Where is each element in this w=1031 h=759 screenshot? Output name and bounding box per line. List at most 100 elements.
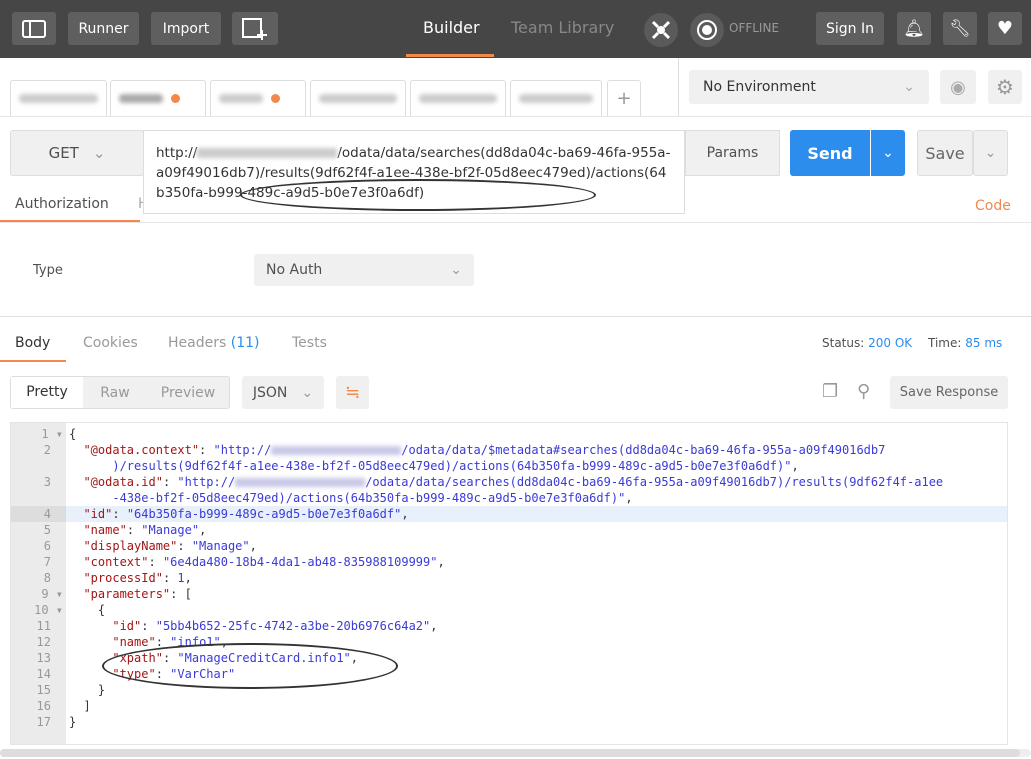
code-line: 4 "id": "64b350fa-b999-489c-a9d5-b0e7e3f… [11, 506, 1007, 522]
params-button[interactable]: Params [685, 130, 780, 176]
code-text: { [69, 427, 77, 441]
code-line: -438e-bf2f-05d8eec479ed)/actions(64b350f… [11, 490, 1007, 506]
divider [0, 316, 1031, 317]
import-button[interactable]: Import [151, 12, 221, 45]
line-number: 3 [43, 475, 51, 489]
chevron-down-icon: ⌄ [882, 145, 894, 161]
tab-cookies[interactable]: Cookies [83, 335, 138, 351]
request-tab[interactable] [210, 80, 306, 116]
redacted-host [197, 148, 338, 158]
status-value: 200 OK [868, 336, 913, 350]
request-tab[interactable] [410, 80, 506, 116]
code-text: "name": "Manage", [83, 523, 207, 537]
request-tab[interactable] [310, 80, 406, 116]
auth-type-value: No Auth [266, 262, 323, 278]
code-line: 8 "processId": 1, [11, 570, 1007, 586]
auth-type-label: Type [33, 263, 63, 278]
save-options-button[interactable]: ⌄ [973, 130, 1008, 176]
offline-status: OFFLINE [729, 21, 780, 35]
line-number: 14 [36, 667, 51, 681]
line-number: 11 [36, 619, 51, 633]
format-toggle: Pretty Raw Preview [10, 376, 230, 409]
add-tab-button[interactable]: + [607, 80, 641, 116]
tab-builder[interactable]: Builder [423, 18, 480, 37]
environment-select[interactable]: No Environment ⌄ [689, 70, 929, 104]
tab-tests[interactable]: Tests [292, 335, 327, 351]
tab-body[interactable]: Body [15, 335, 50, 351]
code-text: { [69, 603, 106, 617]
url-scheme: http:// [156, 145, 198, 161]
redacted-host [271, 446, 402, 455]
sidebar-icon [22, 19, 46, 38]
eye-icon: ◉ [950, 76, 966, 98]
code-text: ] [69, 699, 91, 713]
line-number: 8 [43, 571, 51, 585]
manage-environments-button[interactable]: ⚙ [988, 70, 1022, 104]
top-bar: Runner Import Builder Team Library OFFLI… [0, 0, 1031, 58]
new-tab-button[interactable] [232, 12, 278, 45]
wrap-icon: ≒ [344, 382, 361, 403]
code-line: 9 ▾ "parameters": [ [11, 586, 1007, 602]
environment-quick-look-button[interactable]: ◉ [940, 70, 976, 104]
language-value: JSON [252, 384, 288, 401]
support-button[interactable]: ♥ [988, 12, 1022, 45]
interceptor-button[interactable] [644, 13, 678, 47]
settings-button[interactable]: 🔧︎ [943, 12, 977, 45]
send-button[interactable]: Send [790, 130, 870, 176]
chevron-down-icon: ⌄ [450, 262, 462, 278]
tab-headers[interactable]: Headers (11) [168, 335, 259, 351]
method-select[interactable]: GET ⌄ [10, 130, 144, 176]
sidebar-toggle-button[interactable] [12, 12, 56, 45]
format-preview[interactable]: Preview [147, 385, 229, 401]
code-line: 7 "context": "6e4da480-18b4-4da1-ab48-83… [11, 554, 1007, 570]
line-number: 4 [11, 506, 66, 522]
time-label: Time: [928, 336, 962, 350]
notifications-button[interactable]: 🔔︎ [897, 12, 931, 45]
send-options-button[interactable]: ⌄ [871, 130, 905, 176]
format-pretty[interactable]: Pretty [11, 377, 83, 408]
save-button[interactable]: Save [917, 130, 973, 176]
line-number: 5 [43, 523, 51, 537]
code-text: "parameters": [ [83, 587, 192, 601]
code-line: 11 "id": "5bb4b652-25fc-4742-a3be-20b697… [11, 618, 1007, 634]
sync-status-button[interactable] [690, 13, 724, 47]
code-text: )/results(9df62f4f-a1ee-438e-bf2f-05d8ee… [112, 459, 799, 473]
format-raw[interactable]: Raw [83, 385, 147, 401]
code-link[interactable]: Code [975, 198, 1011, 214]
response-body-editor[interactable]: 1 ▾ {2 "@odata.context": "http:///odata/d… [10, 422, 1008, 745]
wrap-lines-button[interactable]: ≒ [336, 376, 369, 409]
runner-button[interactable]: Runner [68, 12, 139, 45]
code-line: 6 "displayName": "Manage", [11, 538, 1007, 554]
divider [678, 58, 679, 116]
scrollbar-thumb[interactable] [0, 749, 1020, 757]
request-tab[interactable] [110, 80, 206, 116]
line-number: 7 [43, 555, 51, 569]
code-text: "@odata.context": "http:///odata/data/$m… [83, 443, 886, 457]
code-line: )/results(9df62f4f-a1ee-438e-bf2f-05d8ee… [11, 458, 1007, 474]
time-value: 85 ms [965, 336, 1003, 350]
response-status: Status: 200 OK [822, 336, 912, 350]
bell-icon: 🔔︎ [903, 18, 925, 39]
request-tab[interactable] [10, 80, 107, 116]
request-tab[interactable] [510, 80, 602, 116]
response-time: Time: 85 ms [928, 336, 1002, 350]
code-text: "processId": 1, [83, 571, 192, 585]
chevron-down-icon: ⌄ [301, 384, 314, 401]
copy-button[interactable]: ❐ [822, 381, 838, 402]
auth-type-select[interactable]: No Auth ⌄ [254, 254, 474, 286]
code-line: 5 "name": "Manage", [11, 522, 1007, 538]
horizontal-scrollbar[interactable] [0, 749, 1031, 757]
search-button[interactable]: ⚲ [857, 381, 870, 402]
code-line: 16 ] [11, 698, 1007, 714]
language-select[interactable]: JSON ⌄ [242, 376, 324, 409]
sign-in-button[interactable]: Sign In [816, 12, 884, 45]
divider [0, 222, 1031, 223]
redacted-host [235, 478, 366, 487]
tab-authorization[interactable]: Authorization [15, 196, 109, 212]
save-response-button[interactable]: Save Response [890, 376, 1008, 409]
divider [0, 116, 1031, 117]
code-text: "@odata.id": "http:///odata/data/searche… [83, 475, 944, 489]
satellite-icon [651, 20, 671, 40]
line-number: 13 [36, 651, 51, 665]
tab-team-library[interactable]: Team Library [511, 18, 614, 37]
